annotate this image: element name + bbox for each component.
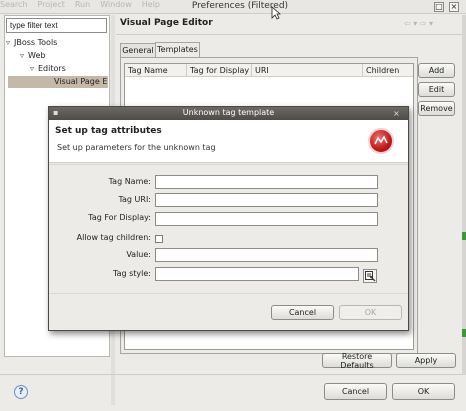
tree-item-jboss-tools[interactable]: ▿ JBoss Tools <box>6 38 57 47</box>
page-title: Visual Page Editor <box>120 18 213 28</box>
tag-name-input[interactable] <box>155 175 378 189</box>
maximize-button[interactable]: □ <box>434 2 444 12</box>
value-label: Value: <box>126 250 151 259</box>
column-tag-for-display[interactable]: Tag for Display <box>190 66 249 75</box>
column-uri[interactable]: URI <box>255 66 269 75</box>
tag-for-display-label: Tag For Display: <box>88 213 151 222</box>
close-icon[interactable]: × <box>393 109 400 118</box>
background-marker <box>462 329 466 337</box>
mouse-cursor-icon <box>271 6 281 20</box>
title-divider <box>116 34 462 35</box>
background-marker <box>462 232 466 240</box>
apply-button[interactable]: Apply <box>396 353 456 368</box>
preferences-cancel-button[interactable]: Cancel <box>324 383 387 400</box>
style-picker-icon <box>365 271 376 282</box>
unknown-tag-template-dialog: ▪ Unknown tag template × Set up tag attr… <box>48 106 409 331</box>
column-divider[interactable] <box>186 64 187 77</box>
menu-run[interactable]: Run <box>75 0 90 9</box>
tag-uri-label: Tag URI: <box>118 195 151 204</box>
column-divider[interactable] <box>251 64 252 77</box>
header-divider <box>49 164 408 165</box>
dialog-ok-button[interactable]: OK <box>339 305 402 320</box>
dialog-title: Unknown tag template <box>182 108 275 117</box>
preferences-ok-button[interactable]: OK <box>392 383 455 400</box>
tab-templates[interactable]: Templates <box>155 42 200 58</box>
preferences-title: Preferences (Filtered) <box>191 1 289 11</box>
tab-general[interactable]: General <box>120 43 156 58</box>
tag-name-label: Tag Name: <box>108 177 151 186</box>
dialog-description: Set up parameters for the unknown tag <box>57 143 216 152</box>
tag-for-display-input[interactable] <box>155 212 378 226</box>
close-button[interactable]: × <box>449 2 459 12</box>
background-window-edge <box>462 15 466 375</box>
column-divider[interactable] <box>362 64 363 77</box>
menu-search[interactable]: Search <box>0 0 27 9</box>
filter-input[interactable] <box>6 18 107 33</box>
add-button[interactable]: Add <box>418 63 455 78</box>
remove-button[interactable]: Remove <box>418 101 455 116</box>
dialog-heading: Set up tag attributes <box>55 126 162 136</box>
help-icon[interactable]: ? <box>14 385 28 399</box>
tree-item-editors[interactable]: ▿ Editors <box>30 64 66 73</box>
tree-item-web[interactable]: ▿ Web <box>20 51 45 60</box>
bottom-divider <box>0 374 466 375</box>
value-input[interactable] <box>155 248 378 262</box>
menu-window[interactable]: Window <box>100 0 132 9</box>
close-icon: × <box>450 2 458 11</box>
restore-defaults-button[interactable]: Restore Defaults <box>322 352 392 370</box>
chevron-down-icon: ▿ <box>30 64 35 73</box>
maximize-icon: □ <box>435 2 443 11</box>
chevron-down-icon: ▿ <box>20 51 25 60</box>
menu-project[interactable]: Project <box>37 0 64 9</box>
tag-style-label: Tag style: <box>113 269 151 278</box>
edit-button[interactable]: Edit <box>418 82 455 97</box>
jboss-logo-icon <box>368 128 394 154</box>
style-picker-button[interactable] <box>363 269 377 283</box>
history-nav-arrows[interactable]: ⇦ ▾ ⇨ ▾ <box>404 19 433 28</box>
tag-style-input[interactable] <box>155 267 359 281</box>
column-children[interactable]: Children <box>366 66 399 75</box>
dialog-bottom-divider <box>49 293 408 294</box>
column-tag-name[interactable]: Tag Name <box>128 66 168 75</box>
tree-item-visual-page-editor[interactable]: Visual Page E <box>54 77 108 86</box>
dialog-cancel-button[interactable]: Cancel <box>271 305 334 320</box>
allow-tag-children-label: Allow tag children: <box>76 233 151 242</box>
allow-tag-children-checkbox[interactable] <box>155 235 163 243</box>
tag-uri-input[interactable] <box>155 193 378 207</box>
chevron-down-icon: ▿ <box>6 38 11 47</box>
